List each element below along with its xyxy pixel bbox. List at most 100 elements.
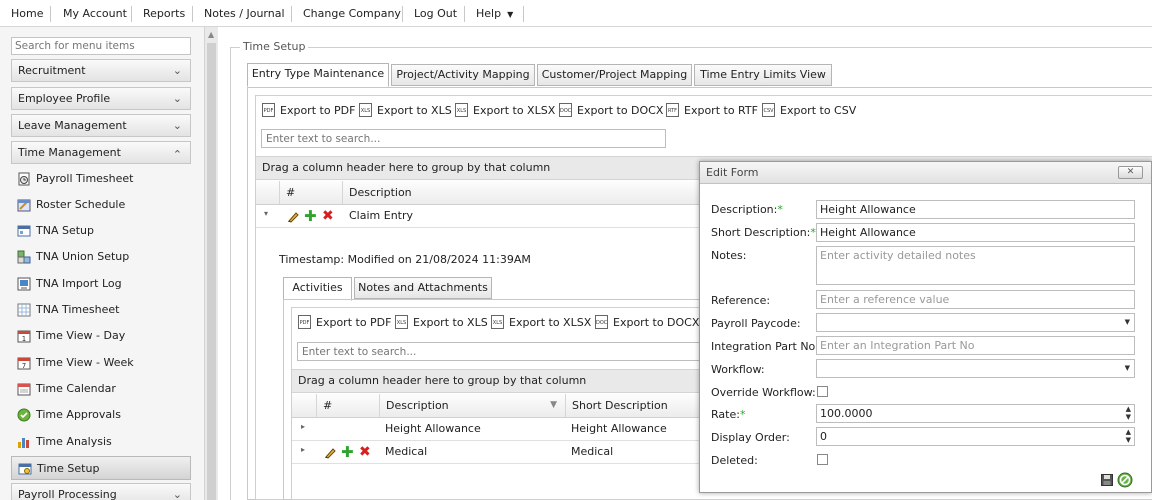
- row-description: Height Allowance: [385, 422, 481, 435]
- menu-home[interactable]: Home: [11, 7, 43, 21]
- activities-group-by-bar[interactable]: Drag a column header here to group by th…: [292, 369, 703, 393]
- menu-separator: [131, 6, 132, 22]
- scrollbar-thumb[interactable]: [207, 43, 216, 500]
- filter-icon[interactable]: ▼: [550, 394, 557, 417]
- menu-log-out[interactable]: Log Out: [414, 7, 457, 21]
- delete-row-icon[interactable]: ✖: [322, 209, 334, 223]
- close-button[interactable]: ✕: [1118, 166, 1143, 179]
- export-xlsx-button[interactable]: XLS Export to XLSX: [455, 102, 555, 118]
- dropdown-arrow-icon: ▼: [1124, 364, 1130, 372]
- tab-notes-attachments[interactable]: Notes and Attachments: [354, 277, 492, 299]
- add-row-icon[interactable]: ✚: [304, 209, 317, 224]
- column-header-number[interactable]: #: [279, 181, 342, 204]
- sidebar-item-time-setup[interactable]: Time Setup: [11, 456, 191, 480]
- menu-reports[interactable]: Reports: [143, 7, 185, 21]
- display-order-spinner[interactable]: 0 ▲ ▼: [816, 427, 1135, 446]
- tna-setup-icon: [17, 224, 31, 238]
- description-field[interactable]: Height Allowance: [816, 200, 1135, 219]
- export-rtf-button[interactable]: RTF Export to RTF: [666, 102, 758, 118]
- sidebar-item-tna-union-setup[interactable]: TNA Union Setup: [11, 245, 191, 269]
- menu-change-company[interactable]: Change Company: [303, 7, 401, 21]
- section-employee-profile[interactable]: Employee Profile ⌄: [11, 87, 191, 110]
- section-leave-management[interactable]: Leave Management ⌄: [11, 114, 191, 137]
- override-workflow-checkbox[interactable]: [817, 386, 828, 397]
- rate-spinner[interactable]: 100.0000 ▲ ▼: [816, 404, 1135, 423]
- sidebar-item-tna-setup[interactable]: TNA Setup: [11, 219, 191, 243]
- activities-search-input[interactable]: [297, 342, 702, 361]
- sidebar-item-time-view-day[interactable]: 1 Time View - Day: [11, 324, 191, 348]
- short-description-field[interactable]: Height Allowance: [816, 223, 1135, 242]
- cancel-icon[interactable]: [1117, 472, 1133, 491]
- sidebar-item-payroll-timesheet[interactable]: Payroll Timesheet: [11, 167, 191, 191]
- dropdown-arrow-icon: ▼: [1124, 318, 1130, 326]
- payroll-paycode-label: Payroll Paycode:: [711, 317, 801, 330]
- sidebar-item-roster-schedule[interactable]: Roster Schedule: [11, 193, 191, 217]
- override-workflow-label: Override Workflow:: [711, 386, 816, 399]
- sidebar-scrollbar[interactable]: ▲: [204, 27, 218, 500]
- sidebar-item-tna-import-log[interactable]: TNA Import Log: [11, 272, 191, 296]
- tab-activities[interactable]: Activities: [283, 277, 352, 301]
- menu-help[interactable]: Help ▼: [476, 7, 513, 21]
- sidebar-item-label: TNA Setup: [36, 224, 94, 237]
- sidebar-item-label: TNA Union Setup: [36, 250, 130, 263]
- menu-notes-journal[interactable]: Notes / Journal: [204, 7, 285, 21]
- workflow-select[interactable]: ▼: [816, 359, 1135, 378]
- sub-export-docx-button[interactable]: DOC Export to DOCX: [595, 314, 699, 330]
- spinner-arrows-icon[interactable]: ▲ ▼: [1126, 405, 1131, 421]
- pdf-file-icon: PDF: [262, 103, 275, 117]
- edit-pencil-icon[interactable]: [287, 210, 300, 226]
- notes-textarea[interactable]: Enter activity detailed notes: [816, 246, 1135, 285]
- integration-part-field[interactable]: Enter an Integration Part No: [816, 336, 1135, 355]
- sub-export-xlsx-button[interactable]: XLS Export to XLSX: [491, 314, 591, 330]
- label-text: Description:: [711, 203, 778, 216]
- delete-row-icon[interactable]: ✖: [359, 445, 371, 459]
- table-row[interactable]: ▸ ✚ ✖ Medical Medical: [292, 441, 703, 464]
- collapse-row-icon[interactable]: ▾: [264, 209, 268, 218]
- sub-export-xls-button[interactable]: XLS Export to XLS: [395, 314, 488, 330]
- sidebar-item-time-analysis[interactable]: Time Analysis: [11, 430, 191, 454]
- page-title: Time Setup: [240, 40, 309, 53]
- sidebar-item-time-calendar[interactable]: Time Calendar: [11, 377, 191, 401]
- export-label: Export to XLSX: [509, 315, 592, 329]
- tab-entry-type-maintenance[interactable]: Entry Type Maintenance: [247, 63, 389, 87]
- add-row-icon[interactable]: ✚: [341, 445, 354, 460]
- sidebar-item-time-view-week[interactable]: 7 Time View - Week: [11, 351, 191, 375]
- grid-search-input[interactable]: [261, 129, 666, 148]
- column-header-number[interactable]: #: [316, 394, 379, 417]
- export-csv-button[interactable]: CSV Export to CSV: [762, 102, 856, 118]
- edit-pencil-icon[interactable]: [324, 446, 337, 462]
- time-setup-icon: [18, 462, 32, 476]
- export-label: Export to DOCX: [577, 103, 664, 117]
- section-payroll-processing[interactable]: Payroll Processing ⌄: [11, 483, 191, 500]
- export-xls-button[interactable]: XLS Export to XLS: [359, 102, 452, 118]
- integration-part-label: Integration Part No:: [711, 340, 819, 353]
- deleted-checkbox[interactable]: [817, 454, 828, 465]
- sub-export-pdf-button[interactable]: PDF Export to PDF: [298, 314, 391, 330]
- sidebar-item-time-approvals[interactable]: Time Approvals: [11, 403, 191, 427]
- column-header-description[interactable]: Description ▼: [379, 394, 565, 417]
- spinner-arrows-icon[interactable]: ▲ ▼: [1126, 428, 1131, 444]
- row-short-description: Medical: [571, 445, 614, 458]
- expand-row-icon[interactable]: ▸: [301, 445, 305, 454]
- tab-customer-project-mapping[interactable]: Customer/Project Mapping: [537, 64, 692, 86]
- notes-label: Notes:: [711, 249, 747, 262]
- column-header-short-description[interactable]: Short Description: [565, 394, 703, 417]
- tab-project-activity-mapping[interactable]: Project/Activity Mapping: [391, 64, 535, 86]
- section-time-management[interactable]: Time Management ⌃: [11, 141, 191, 164]
- export-docx-button[interactable]: DOC Export to DOCX: [559, 102, 663, 118]
- menu-my-account[interactable]: My Account: [63, 7, 127, 21]
- sidebar-item-tna-timesheet[interactable]: TNA Timesheet: [11, 298, 191, 322]
- scroll-up-icon[interactable]: ▲: [208, 30, 214, 39]
- tab-time-entry-limits-view[interactable]: Time Entry Limits View: [694, 64, 832, 86]
- reference-field[interactable]: Enter a reference value: [816, 290, 1135, 309]
- export-pdf-button[interactable]: PDF Export to PDF: [262, 102, 355, 118]
- expand-row-icon[interactable]: ▸: [301, 422, 305, 431]
- table-row[interactable]: ▸ Height Allowance Height Allowance: [292, 418, 703, 441]
- menu-search-input[interactable]: [11, 37, 191, 55]
- save-icon[interactable]: [1101, 474, 1113, 489]
- menu-help-label: Help: [476, 7, 502, 20]
- section-recruitment[interactable]: Recruitment ⌄: [11, 59, 191, 82]
- payroll-paycode-select[interactable]: ▼: [816, 313, 1135, 332]
- import-log-icon: [17, 277, 31, 291]
- column-label: Description: [386, 399, 449, 412]
